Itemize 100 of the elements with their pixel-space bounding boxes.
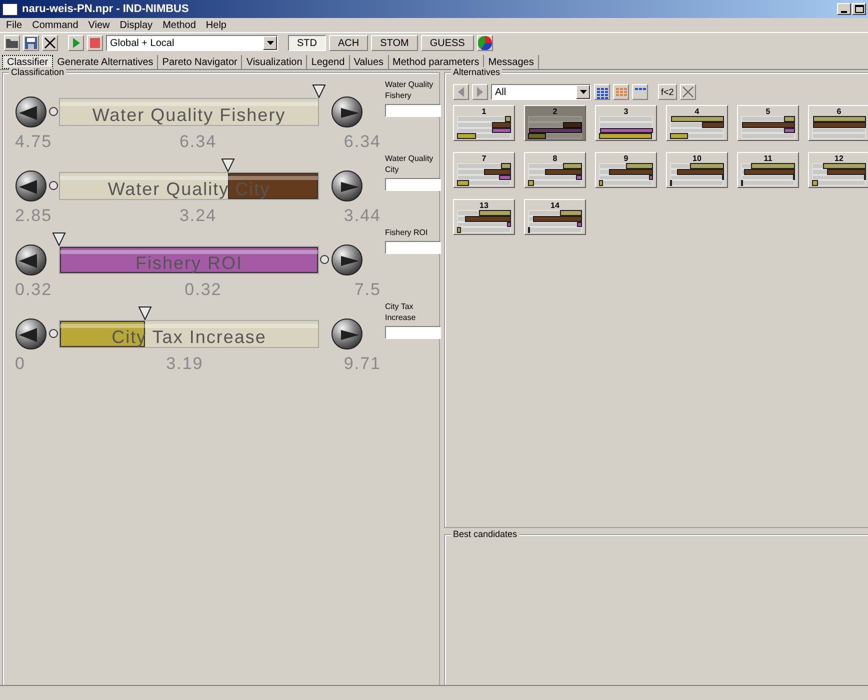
alternative-card[interactable]: 1 [453,105,515,141]
close-icon[interactable] [42,35,58,51]
group-title: Alternatives [451,67,502,77]
alternative-card[interactable]: 8 [524,152,586,188]
open-folder-icon[interactable] [4,35,20,51]
alternative-card[interactable]: 12 [808,152,868,188]
alternative-number: 6 [836,107,842,116]
alternative-number: 2 [552,107,558,116]
alternative-number: 3 [622,107,630,116]
filter-dropdown[interactable]: All [491,84,591,100]
alternative-card[interactable]: 4 [666,105,728,141]
slider-thumb[interactable] [52,232,66,246]
current-value: 3.24 [179,207,217,225]
alternative-number: 4 [694,107,700,116]
close-icon[interactable] [680,84,696,100]
grid-view-icon[interactable] [594,84,610,100]
dial-knob[interactable] [331,170,363,202]
field-label: Water Quality City [385,153,434,175]
method-button[interactable]: ACH [329,35,368,51]
max-value: 7.5 [354,281,381,299]
alternative-card[interactable]: 3 [595,105,657,141]
menu-item[interactable]: File [6,20,22,30]
input-field[interactable] [385,326,441,339]
max-value: 9.71 [344,355,381,373]
method-button[interactable]: STD [288,35,326,51]
dial-knob[interactable] [331,318,363,350]
slider-thumb[interactable] [312,84,326,98]
maximize-icon [854,5,864,13]
objective-name: Fishery ROI [136,252,242,274]
alternative-number: 11 [762,154,774,163]
menu-item[interactable]: Display [120,20,153,30]
method-button[interactable]: GUESS [420,35,474,51]
alternative-number: 10 [692,154,702,163]
alternative-card[interactable]: 6 [808,105,868,141]
field-label: Water Quality Fishery [385,79,434,101]
min-value: 0 [15,355,26,373]
caret-icon[interactable] [580,90,586,94]
formula-button[interactable]: f<2 [658,84,677,100]
input-field[interactable] [385,104,441,117]
alternative-card[interactable]: 7 [453,152,515,188]
input-field[interactable] [385,178,441,191]
dial-knob[interactable] [15,318,47,350]
menu-item[interactable]: View [88,20,110,30]
group-title: Classification [9,67,66,77]
dial-knob[interactable] [15,170,47,202]
alternative-card[interactable]: 10 [666,152,728,188]
min-value: 4.75 [15,133,52,151]
field-label: Fishery ROI [385,227,429,238]
objective-bar[interactable]: Water Quality City [59,172,319,200]
method-button[interactable]: STOM [371,35,418,51]
menu-item[interactable]: Help [206,20,226,30]
row-view-icon[interactable] [632,84,648,100]
alternative-number: 14 [550,201,560,210]
alternative-card[interactable]: 9 [595,152,657,188]
alternative-card[interactable]: 14 [524,199,586,235]
alternative-number: 13 [478,201,490,210]
alternative-number: 9 [622,154,630,163]
alternative-card[interactable]: 5 [737,105,799,141]
window-title: naru-weis-PN.npr - IND-NIMBUS [22,3,190,15]
field-label: City Tax Increase [385,301,417,323]
max-value: 3.44 [344,207,381,225]
alternative-card[interactable]: 2 [524,105,586,141]
min-value: 2.85 [15,207,52,225]
alternative-number: 12 [834,154,844,163]
alternative-number: 7 [480,154,488,163]
dial-knob[interactable] [331,244,363,276]
max-value: 6.34 [344,133,381,151]
alternative-card[interactable]: 13 [453,199,515,235]
marker-circle [320,255,329,264]
alternative-card[interactable]: 11 [737,152,799,188]
alternative-number: 5 [764,107,772,116]
dial-knob[interactable] [15,96,47,128]
maximize-button[interactable] [852,3,866,15]
alternative-number: 1 [480,107,488,116]
dial-knob[interactable] [15,244,47,276]
alternative-number: 8 [552,154,558,163]
minimize-button[interactable] [837,3,851,15]
objective-name: Water Quality Fishery [92,104,286,126]
caret-icon[interactable] [266,41,274,45]
play-icon[interactable] [68,35,84,51]
forward-icon[interactable] [472,84,488,100]
stop-icon[interactable] [87,35,103,51]
back-icon[interactable] [453,84,469,100]
current-value: 6.34 [179,133,217,151]
input-field[interactable] [385,241,441,254]
save-icon[interactable] [23,35,39,51]
objective-bar[interactable]: Water Quality Fishery [59,98,319,126]
app-icon [2,2,18,16]
method-dropdown[interactable]: Global + Local [106,35,278,51]
min-value: 0.32 [15,281,52,299]
menu-item[interactable]: Method [162,20,196,30]
marker-circle [49,181,58,190]
marker-circle [49,107,58,116]
color-wheel-icon[interactable] [476,35,493,51]
menu-item[interactable]: Command [32,20,78,30]
dial-knob[interactable] [331,96,363,128]
marker-circle [49,329,58,338]
list-view-icon[interactable] [613,84,629,100]
current-value: 0.32 [184,281,222,299]
current-value: 3.19 [166,355,204,373]
